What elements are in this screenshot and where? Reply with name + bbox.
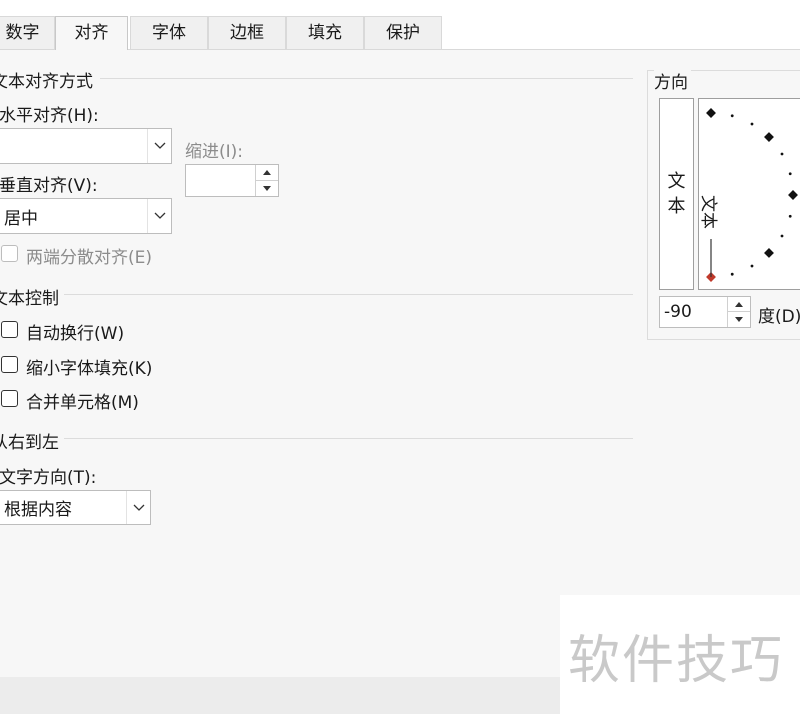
- orientation-point[interactable]: [764, 132, 774, 142]
- tab-alignment-label: 对齐: [74, 23, 109, 43]
- horizontal-alignment-label: 水平对齐(H):: [0, 106, 99, 126]
- orientation-point[interactable]: [750, 122, 754, 126]
- justify-distributed-checkbox[interactable]: [1, 245, 18, 262]
- orientation-point[interactable]: [788, 190, 798, 200]
- horizontal-alignment-select[interactable]: [0, 128, 172, 164]
- text-alignment-heading: 文本对齐方式: [0, 72, 93, 92]
- shrink-to-fit-label: 缩小字体填充(K): [26, 359, 153, 379]
- vertical-alignment-label: 垂直对齐(V):: [0, 176, 98, 196]
- tab-border[interactable]: 边框: [208, 16, 286, 49]
- spin-up-icon[interactable]: [256, 165, 278, 181]
- vertical-text-char: 本: [667, 196, 686, 217]
- orientation-point[interactable]: [788, 214, 792, 218]
- spin-down-icon[interactable]: [256, 181, 278, 197]
- orientation-dial-text: 文本: [699, 195, 718, 229]
- right-to-left-divider: [64, 438, 633, 439]
- chevron-down-icon[interactable]: [147, 199, 171, 233]
- vertical-alignment-select[interactable]: 居中: [0, 198, 172, 234]
- degrees-label: 度(D): [758, 307, 800, 327]
- vertical-alignment-value: 居中: [4, 208, 38, 229]
- merge-cells-checkbox[interactable]: [1, 390, 18, 407]
- orientation-point[interactable]: [730, 114, 734, 118]
- orientation-heading: 方向: [654, 68, 691, 93]
- spin-down-icon[interactable]: [728, 312, 750, 327]
- dialog-footer: [0, 677, 560, 714]
- tab-protection[interactable]: 保护: [364, 16, 442, 49]
- wrap-text-label: 自动换行(W): [26, 324, 125, 344]
- chevron-down-icon[interactable]: [126, 491, 150, 524]
- orientation-point[interactable]: [780, 234, 784, 238]
- wrap-text-checkbox[interactable]: [1, 321, 18, 338]
- orientation-dial[interactable]: 文本: [698, 98, 800, 290]
- orientation-point[interactable]: [780, 152, 784, 156]
- orientation-dial-graphic: 文本: [699, 108, 798, 282]
- degrees-spinner-buttons: [727, 297, 750, 327]
- text-direction-label: 文字方向(T):: [0, 468, 97, 488]
- merge-cells-label: 合并单元格(M): [26, 393, 139, 413]
- vertical-text-char: 文: [667, 171, 686, 192]
- text-alignment-divider: [100, 78, 633, 79]
- orientation-point[interactable]: [706, 108, 716, 118]
- tab-border-label: 边框: [230, 23, 264, 43]
- watermark-text: 软件技巧: [568, 631, 785, 691]
- text-direction-value: 根据内容: [4, 500, 72, 520]
- indent-label: 缩进(I):: [185, 142, 244, 162]
- tab-fill-label: 填充: [308, 23, 342, 43]
- indent-spinner-buttons: [255, 165, 278, 196]
- orientation-point[interactable]: [750, 264, 754, 268]
- tab-fill[interactable]: 填充: [286, 16, 364, 49]
- indent-spinner[interactable]: [185, 164, 279, 197]
- tab-number-label: 数字: [5, 23, 40, 43]
- justify-distributed-label: 两端分散对齐(E): [26, 248, 153, 268]
- text-direction-select[interactable]: 根据内容: [0, 490, 151, 525]
- orientation-point[interactable]: [764, 248, 774, 258]
- tab-alignment[interactable]: 对齐: [55, 16, 128, 51]
- text-control-heading: 文本控制: [0, 289, 59, 309]
- vertical-text-sample: 文本: [660, 169, 693, 219]
- tab-number[interactable]: 数字: [0, 16, 55, 49]
- degrees-spinner[interactable]: -90: [659, 296, 751, 328]
- degrees-value: -90: [664, 302, 692, 322]
- spin-up-icon[interactable]: [728, 297, 750, 312]
- orientation-point[interactable]: [730, 272, 734, 276]
- vertical-text-button[interactable]: 文本: [659, 98, 694, 290]
- shrink-to-fit-checkbox[interactable]: [1, 356, 18, 373]
- text-control-divider: [64, 294, 633, 295]
- tab-protection-label: 保护: [386, 23, 420, 43]
- orientation-point[interactable]: [788, 172, 792, 176]
- tab-font-label: 字体: [152, 23, 186, 43]
- tab-font[interactable]: 字体: [130, 16, 208, 49]
- chevron-down-icon[interactable]: [147, 129, 171, 163]
- right-to-left-heading: 从右到左: [0, 433, 59, 453]
